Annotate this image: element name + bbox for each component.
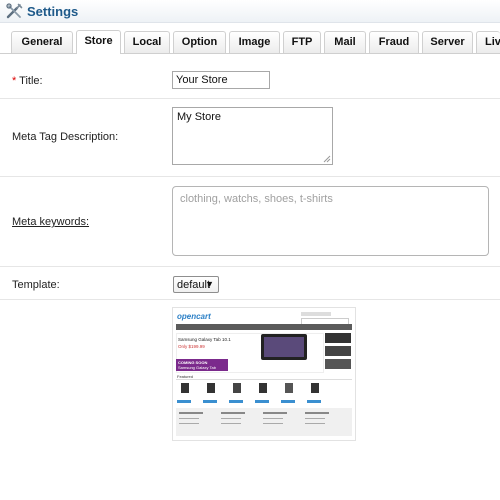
preview-product: [207, 383, 215, 393]
page-title: Settings: [27, 4, 79, 19]
preview-cart: [301, 312, 331, 316]
tab-store[interactable]: Store: [76, 30, 121, 54]
preview-product: [311, 383, 319, 393]
title-label: * Title:: [12, 75, 43, 87]
preview-button: [203, 400, 217, 403]
preview-divider: [176, 379, 352, 380]
preview-button: [229, 400, 243, 403]
template-label: Template:: [12, 279, 60, 291]
preview-footer-line: [179, 423, 199, 424]
preview-footer-line: [179, 412, 203, 414]
settings-tools-icon: [6, 3, 23, 19]
meta-description-label: Meta Tag Description:: [12, 131, 119, 143]
template-select[interactable]: default ▼: [173, 276, 219, 293]
preview-footer-line: [305, 418, 325, 419]
tab-fraud[interactable]: Fraud: [369, 31, 419, 53]
meta-keywords-textarea[interactable]: clothing, watchs, shoes, t-shirts: [172, 186, 489, 256]
tab-image[interactable]: Image: [229, 31, 280, 53]
preview-footer-line: [221, 418, 241, 419]
tab-live[interactable]: Liv: [476, 31, 500, 53]
preview-logo: opencart: [177, 312, 211, 321]
meta-keywords-placeholder: clothing, watchs, shoes, t-shirts: [180, 193, 333, 205]
tab-underline: [0, 53, 500, 54]
preview-button: [177, 400, 191, 403]
preview-footer-line: [305, 423, 325, 424]
template-preview-image: opencart Samsung Galaxy Tab 10.1 Only $1…: [172, 307, 356, 441]
preview-banner-price: Only $199.99: [178, 344, 205, 349]
preview-nav-bar: [176, 324, 352, 330]
title-input[interactable]: Your Store: [172, 71, 270, 89]
meta-description-textarea[interactable]: My Store: [172, 107, 333, 165]
tab-option[interactable]: Option: [173, 31, 226, 53]
preview-footer-line: [263, 418, 283, 419]
tab-general[interactable]: General: [11, 31, 73, 53]
resize-grip-icon[interactable]: [323, 155, 331, 163]
tab-mail[interactable]: Mail: [324, 31, 366, 53]
preview-footer-line: [179, 418, 199, 419]
preview-product: [259, 383, 267, 393]
preview-footer-line: [263, 412, 287, 414]
meta-description-value: My Store: [177, 111, 222, 123]
tab-ftp[interactable]: FTP: [283, 31, 321, 53]
preview-product: [181, 383, 189, 393]
required-mark: *: [12, 75, 17, 87]
preview-banner-title: Samsung Galaxy Tab 10.1: [178, 337, 231, 342]
preview-footer-line: [305, 412, 329, 414]
preview-footer-line: [221, 412, 245, 414]
row-divider: [0, 176, 500, 177]
preview-footer-line: [221, 423, 241, 424]
preview-thumb: [325, 333, 351, 343]
dropdown-arrow-icon: ▼: [205, 279, 214, 289]
preview-thumb: [325, 346, 351, 356]
page-header: Settings: [0, 0, 500, 23]
tab-local[interactable]: Local: [124, 31, 170, 53]
meta-keywords-label[interactable]: Meta keywords:: [12, 216, 89, 228]
preview-product: [233, 383, 241, 393]
tab-server[interactable]: Server: [422, 31, 473, 53]
preview-coming-soon-sub: Samsung Galaxy Tab: [178, 365, 216, 370]
preview-product: [285, 383, 293, 393]
preview-button: [255, 400, 269, 403]
row-divider: [0, 266, 500, 267]
row-divider: [0, 299, 500, 300]
preview-button: [307, 400, 321, 403]
title-label-text: Title:: [19, 75, 43, 87]
row-divider: [0, 98, 500, 99]
preview-thumb: [325, 359, 351, 369]
preview-footer-line: [263, 423, 283, 424]
preview-button: [281, 400, 295, 403]
preview-tablet-screen: [264, 337, 304, 357]
